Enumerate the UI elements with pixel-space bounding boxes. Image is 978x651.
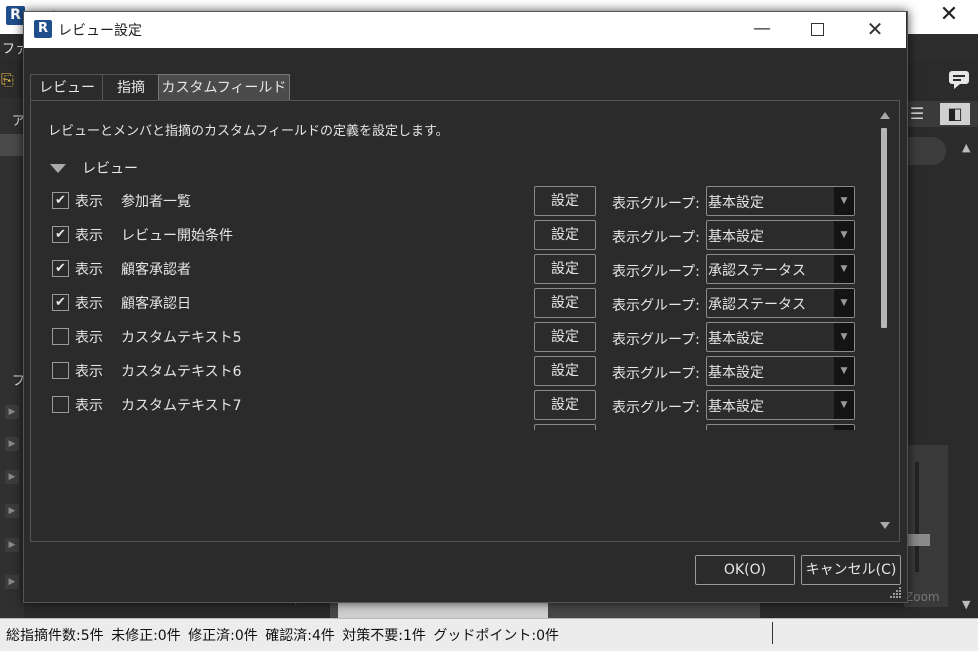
display-group-label: 表示グループ: [612, 264, 700, 280]
show-label: 表示 [75, 262, 103, 278]
field-name: カスタムテキスト5 [121, 330, 242, 346]
display-group-select[interactable]: 基本設定 ▼ [706, 390, 855, 420]
field-name: 参加者一覧 [121, 194, 191, 210]
field-row: ✔ 表示 顧客承認者 設定 表示グループ: 承認ステータス ▼ [31, 252, 881, 286]
field-name: 顧客承認者 [121, 262, 191, 278]
scroll-up-icon[interactable] [880, 112, 890, 119]
field-name: カスタムテキスト7 [121, 398, 242, 414]
dropdown-arrow-icon[interactable]: ▼ [834, 323, 854, 351]
ok-button[interactable]: OK(O) [695, 555, 795, 585]
show-checkbox[interactable]: ✔ [52, 226, 69, 243]
status-divider [772, 622, 773, 644]
zoom-label: Zoom [905, 590, 940, 604]
dropdown-arrow-icon[interactable]: ▼ [834, 357, 854, 385]
field-name: 顧客承認日 [121, 296, 191, 312]
field-row: ✔ 表示 参加者一覧 設定 表示グループ: 基本設定 ▼ [31, 184, 881, 218]
display-group-value: 承認ステータス [708, 263, 806, 279]
display-group-select[interactable]: 承認ステータス ▼ [706, 288, 855, 318]
show-checkbox[interactable] [52, 396, 69, 413]
field-row: 表示 カスタムテキスト6 設定 表示グループ: 基本設定 ▼ [31, 354, 881, 388]
show-label: 表示 [75, 398, 103, 414]
resize-grip-icon[interactable] [888, 585, 902, 599]
show-checkbox[interactable] [52, 362, 69, 379]
field-name: レビュー開始条件 [121, 228, 233, 244]
show-label: 表示 [75, 296, 103, 312]
show-label: 表示 [75, 228, 103, 244]
show-checkbox[interactable] [52, 328, 69, 345]
display-group-label: 表示グループ: [612, 366, 700, 382]
settings-button[interactable]: 設定 [534, 254, 596, 284]
expand-arrow-icon[interactable]: ▶ [5, 538, 19, 552]
display-group-label: 表示グループ: [612, 230, 700, 246]
status-summary: 総指摘件数:5件 未修正:0件 修正済:0件 確認済:4件 対策不要:1件 グッ… [6, 628, 559, 644]
field-row: ✔ 表示 レビュー開始条件 設定 表示グループ: 基本設定 ▼ [31, 218, 881, 252]
display-group-label: 表示グループ: [612, 298, 700, 314]
display-group-select[interactable]: 基本設定 ▼ [706, 186, 855, 216]
scrollbar-thumb[interactable] [881, 128, 887, 328]
settings-button[interactable]: 設定 [534, 220, 596, 250]
dropdown-arrow-icon[interactable]: ▼ [834, 391, 854, 419]
display-group-value: 基本設定 [708, 365, 764, 381]
settings-button[interactable]: 設定 [534, 390, 596, 420]
display-group-label: 表示グループ: [612, 196, 700, 212]
cancel-button[interactable]: キャンセル(C) [801, 555, 901, 585]
field-row: ✔ 表示 顧客承認日 設定 表示グループ: 承認ステータス ▼ [31, 286, 881, 320]
settings-button[interactable]: 設定 [534, 288, 596, 318]
display-group-value: 基本設定 [708, 399, 764, 415]
display-group-value: 基本設定 [708, 229, 764, 245]
expand-arrow-icon[interactable]: ▶ [5, 470, 19, 484]
display-group-select[interactable]: 基本設定 ▼ [706, 220, 855, 250]
show-label: 表示 [75, 330, 103, 346]
scroll-down-icon[interactable] [880, 522, 890, 529]
expand-arrow-icon[interactable]: ▶ [5, 504, 19, 518]
field-name: カスタムテキスト6 [121, 364, 242, 380]
dropdown-arrow-icon[interactable]: ▼ [834, 289, 854, 317]
display-group-value: 基本設定 [708, 331, 764, 347]
zoom-slider-track[interactable] [915, 462, 919, 572]
display-group-label: 表示グループ: [612, 332, 700, 348]
show-checkbox[interactable]: ✔ [52, 294, 69, 311]
show-checkbox[interactable]: ✔ [52, 260, 69, 277]
field-row: 表示 カスタムテキスト7 設定 表示グループ: 基本設定 ▼ [31, 388, 881, 422]
show-label: 表示 [75, 364, 103, 380]
display-group-label: 表示グループ: [612, 400, 700, 416]
display-group-select[interactable]: 基本設定 ▼ [706, 356, 855, 386]
settings-button[interactable]: 設定 [534, 356, 596, 386]
display-group-select[interactable]: 承認ステータス ▼ [706, 254, 855, 284]
scroll-down-icon[interactable]: ▼ [962, 598, 970, 611]
expand-arrow-icon[interactable]: ▶ [5, 437, 19, 451]
show-checkbox[interactable]: ✔ [52, 192, 69, 209]
settings-button[interactable]: 設定 [534, 186, 596, 216]
settings-button[interactable]: 設定 [534, 322, 596, 352]
zoom-panel [904, 445, 948, 607]
show-label: 表示 [75, 194, 103, 210]
dropdown-arrow-icon[interactable]: ▼ [834, 255, 854, 283]
dropdown-arrow-icon[interactable]: ▼ [834, 187, 854, 215]
display-group-select[interactable]: 基本設定 ▼ [706, 322, 855, 352]
dropdown-arrow-icon[interactable]: ▼ [834, 221, 854, 249]
zoom-slider-thumb[interactable] [908, 534, 930, 546]
display-group-value: 基本設定 [708, 195, 764, 211]
display-group-value: 承認ステータス [708, 297, 806, 313]
expand-arrow-icon[interactable]: ▶ [5, 575, 19, 589]
field-row: 表示 カスタムテキスト5 設定 表示グループ: 基本設定 ▼ [31, 320, 881, 354]
